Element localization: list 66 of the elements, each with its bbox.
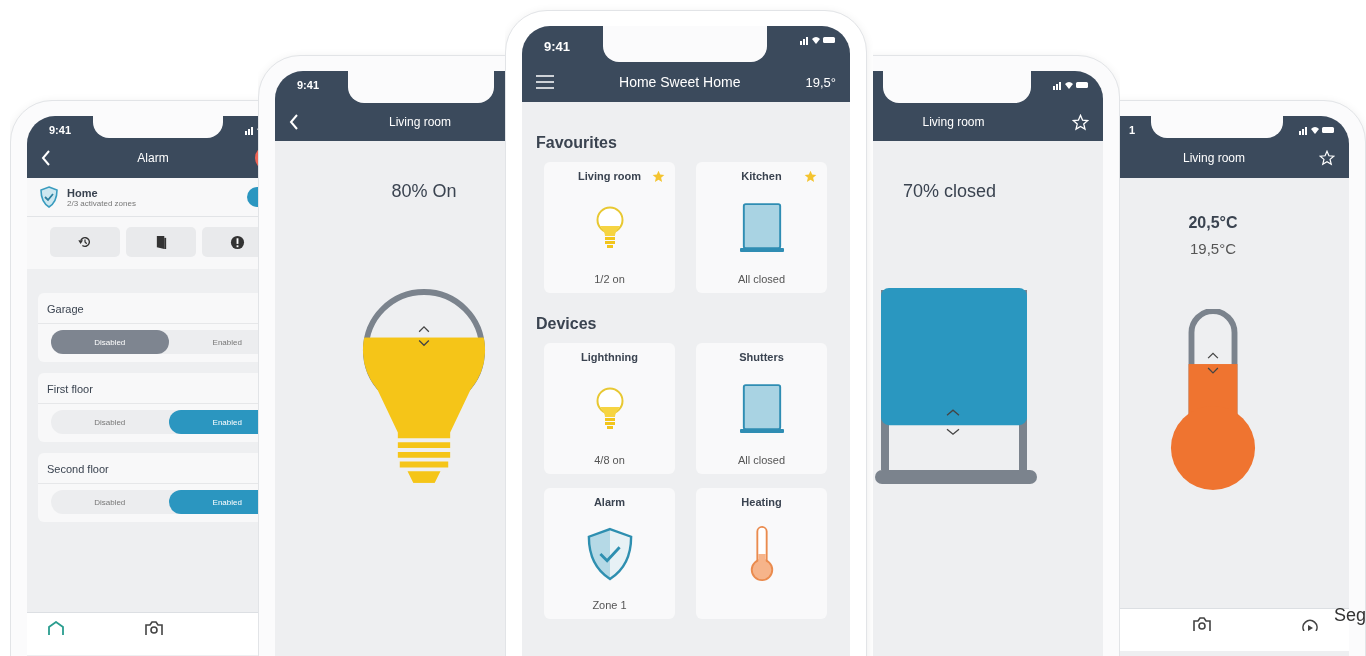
signal-wifi-battery-icon (800, 35, 836, 45)
signal-wifi-battery-icon (1053, 80, 1089, 90)
shield-check-icon (39, 186, 59, 208)
camera-icon[interactable] (1193, 617, 1211, 631)
screen-title: Home Sweet Home (619, 74, 741, 90)
caption-text: Seg (1333, 605, 1366, 626)
signal-wifi-battery-icon (1299, 125, 1335, 135)
star-icon[interactable] (1072, 113, 1089, 131)
star-icon[interactable] (1319, 150, 1335, 166)
current-temperature: 19,5°C (1190, 240, 1236, 257)
shutter-reading: 70% closed (903, 181, 998, 202)
zones-summary: 2/3 activated zones (67, 198, 137, 208)
door-button[interactable] (126, 227, 196, 257)
temperature-reading: 19,5° (805, 74, 836, 90)
device-card[interactable]: Lighthning 4/8 on (544, 343, 675, 474)
mode-option[interactable]: Enabled (168, 330, 258, 354)
replay-icon[interactable] (1301, 617, 1319, 631)
mode-option[interactable]: Disabled (51, 330, 169, 354)
door-icon (154, 234, 168, 250)
card-title: Heating (741, 496, 782, 508)
back-icon[interactable] (41, 150, 51, 166)
device-card[interactable]: Shutters All closed (696, 343, 827, 474)
card-title: Kitchen (741, 170, 782, 182)
menu-icon[interactable] (536, 75, 554, 89)
camera-icon[interactable] (145, 621, 163, 635)
screen-title: Alarm (137, 151, 169, 165)
card-status: 1/2 on (594, 273, 625, 286)
history-button[interactable] (50, 227, 120, 257)
bulb-dimmer-drawing[interactable] (361, 288, 487, 484)
home-name: Home (67, 186, 99, 199)
status-time: 9:41 (544, 38, 571, 54)
warning-button[interactable] (202, 227, 258, 257)
status-time: 9:41 (49, 123, 72, 136)
card-title: Lighthning (581, 351, 638, 363)
bulb-icon (594, 205, 625, 250)
screen-title: Living room (922, 115, 985, 129)
card-title: Shutters (739, 351, 784, 363)
card-title: Alarm (593, 496, 626, 508)
history-icon (78, 235, 92, 249)
device-card[interactable]: Alarm Zone 1 (544, 488, 675, 619)
shield-check-icon (585, 526, 634, 581)
bulb-icon (594, 386, 625, 431)
mode-option[interactable]: Disabled (51, 410, 169, 434)
device-card[interactable]: Living room 1/2 on (544, 162, 675, 293)
card-status: 4/8 on (594, 454, 625, 467)
warning-icon (229, 234, 245, 250)
section-heading: Devices (536, 315, 598, 333)
thermometer-drawing[interactable] (1169, 309, 1257, 493)
window-shutter-icon (739, 202, 784, 253)
screen-title: Living room (389, 115, 451, 129)
window-shutter-icon (739, 383, 784, 434)
status-time: 9:41 (297, 78, 320, 91)
brightness-reading: 80% On (391, 181, 457, 202)
card-status: Zone 1 (592, 599, 627, 612)
device-card[interactable]: Kitchen All closed (696, 162, 827, 293)
home-icon[interactable] (47, 621, 65, 635)
card-status: All closed (737, 454, 786, 467)
card-title: Living room (578, 170, 641, 182)
card-status: All closed (737, 273, 786, 286)
device-card[interactable]: Heating (696, 488, 827, 619)
target-temperature: 20,5°C (1188, 214, 1238, 232)
back-icon[interactable] (289, 114, 299, 130)
section-heading: Favourites (536, 134, 618, 152)
screen-title: Living room (1183, 151, 1245, 165)
mode-option[interactable]: Disabled (51, 490, 169, 514)
status-time: 1 (1129, 123, 1136, 136)
